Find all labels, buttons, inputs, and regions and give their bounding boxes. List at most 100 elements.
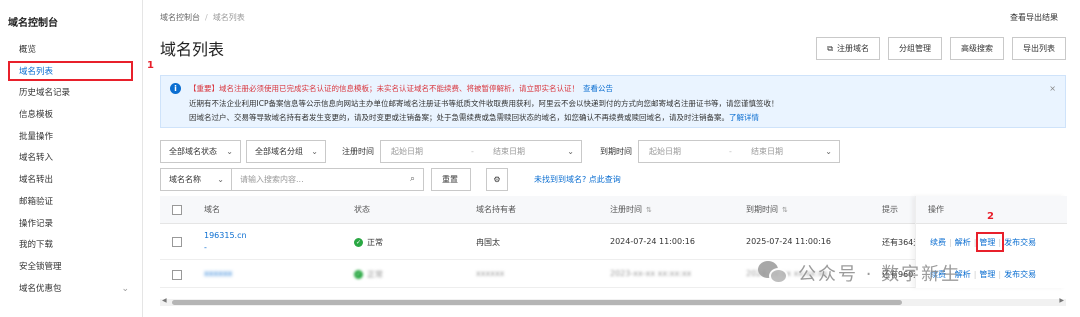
status-text: 正常 xyxy=(367,270,383,279)
breadcrumb-separator: / xyxy=(205,13,208,22)
manage-link[interactable]: 管理 xyxy=(979,270,995,279)
col-tip: 提示 xyxy=(882,205,898,214)
col-domain: 域名 xyxy=(204,205,220,214)
annotation-number-2: 2 xyxy=(987,211,994,222)
notice-details-link[interactable]: 了解详情 xyxy=(729,113,759,122)
chevron-down-icon: ⌄ xyxy=(567,147,574,156)
search-icon[interactable]: ⌕ xyxy=(410,169,415,190)
select-all-checkbox[interactable] xyxy=(172,205,182,215)
status-cell: ✓ 正常 xyxy=(354,269,383,280)
watermark-text: 公众号 · 数字新生 xyxy=(798,264,962,285)
annotation-number-1: 1 xyxy=(147,60,154,71)
col-holder: 域名持有者 xyxy=(476,205,516,214)
watermark: 公众号 · 数字新生 xyxy=(758,256,961,290)
sort-icon: ⇅ xyxy=(646,206,652,214)
settings-gear-button[interactable]: ⚙ xyxy=(486,168,508,191)
status-select[interactable]: 全部域名状态 ⌄ xyxy=(160,140,241,163)
sidebar-item-transfer-in[interactable]: 域名转入 xyxy=(0,148,143,170)
exp-time-range[interactable]: 起始日期 - 结束日期 ⌄ xyxy=(638,140,840,163)
action-separator: | xyxy=(949,238,952,247)
chevron-down-icon: ⌄ xyxy=(311,147,318,156)
app-root: 域名控制台 概览 域名列表 历史域名记录 信息模板 批量操作 域名转入 域名转出… xyxy=(0,0,1080,317)
close-icon[interactable]: × xyxy=(1049,84,1056,93)
check-circle-icon: ✓ xyxy=(354,270,363,279)
resolve-link[interactable]: 解析 xyxy=(955,238,971,247)
export-list-button[interactable]: 导出列表 xyxy=(1012,37,1066,60)
notice-line-2: 近期有不法企业利用ICP备案信息等公示信息向网站主办单位邮寄域名注册证书等纸质文… xyxy=(189,99,779,108)
col-reg-time[interactable]: 注册时间 ⇅ xyxy=(610,196,652,224)
sidebar-item-discount-pack[interactable]: 域名优惠包 ⌄ xyxy=(0,279,143,301)
domain-query-link[interactable]: 未找到到域名? 点此查询 xyxy=(534,168,621,191)
breadcrumb-root[interactable]: 域名控制台 xyxy=(160,13,200,22)
status-cell: ✓ 正常 xyxy=(354,237,383,248)
scroll-right-icon[interactable]: ▶ xyxy=(1059,297,1064,304)
notice-announcement-link[interactable]: 查看公告 xyxy=(583,84,613,93)
search-input[interactable]: 请输入搜索内容... ⌕ xyxy=(232,168,424,191)
row-checkbox[interactable] xyxy=(172,270,182,280)
domain-link[interactable]: xxxxxx xyxy=(204,269,232,278)
annotation-box-2 xyxy=(976,232,1004,252)
exp-time-label: 到期时间 xyxy=(600,147,632,156)
sidebar-item-security-lock[interactable]: 安全锁管理 xyxy=(0,257,143,279)
horizontal-scrollbar[interactable]: ◀ ▶ xyxy=(160,297,1066,306)
publish-trade-link[interactable]: 发布交易 xyxy=(1004,270,1036,279)
sidebar: 域名控制台 概览 域名列表 历史域名记录 信息模板 批量操作 域名转入 域名转出… xyxy=(0,0,143,317)
sidebar-item-batch[interactable]: 批量操作 xyxy=(0,127,143,149)
search-field-value: 域名名称 xyxy=(169,175,201,184)
status-text: 正常 xyxy=(367,238,383,247)
action-separator: | xyxy=(973,270,977,279)
col-exp-time-label: 到期时间 xyxy=(746,205,778,214)
group-select[interactable]: 全部域名分组 ⌄ xyxy=(246,140,326,163)
chevron-down-icon: ⌄ xyxy=(825,147,832,156)
reg-time-cell: 2024-07-24 11:00:16 xyxy=(610,237,695,246)
group-select-value: 全部域名分组 xyxy=(255,147,303,156)
col-status: 状态 xyxy=(354,205,370,214)
group-manage-button[interactable]: 分组管理 xyxy=(888,37,942,60)
advanced-search-button[interactable]: 高级搜索 xyxy=(950,37,1004,60)
scroll-left-icon[interactable]: ◀ xyxy=(162,297,167,304)
external-link-icon: ⧉ xyxy=(827,44,833,53)
col-exp-time[interactable]: 到期时间 ⇅ xyxy=(746,196,788,224)
status-select-value: 全部域名状态 xyxy=(169,147,217,156)
exp-end-placeholder: 结束日期 xyxy=(751,147,783,156)
search-field-select[interactable]: 域名名称 ⌄ xyxy=(160,168,232,191)
sidebar-item-info-template[interactable]: 信息模板 xyxy=(0,105,143,127)
exp-start-placeholder: 起始日期 xyxy=(649,147,681,156)
reset-button[interactable]: 重置 xyxy=(431,168,471,191)
sidebar-item-history[interactable]: 历史域名记录 xyxy=(0,83,143,105)
chevron-down-icon: ⌄ xyxy=(121,283,129,294)
notice-warning-text: 【重要】域名注册必须使用已完成实名认证的信息模板；未实名认证域名不能续费、将被暂… xyxy=(189,84,579,93)
notice-line-3: 因域名过户、交易等导致域名持有者发生变更的，请及时变更或注销备案；处于急需续费或… xyxy=(189,112,759,123)
chevron-down-icon: ⌄ xyxy=(226,147,233,156)
notice-line-3-text: 因域名过户、交易等导致域名持有者发生变更的，请及时变更或注销备案；处于急需续费或… xyxy=(189,113,729,122)
row-checkbox[interactable] xyxy=(172,237,182,247)
info-icon: i xyxy=(170,83,181,94)
reg-time-range[interactable]: 起始日期 - 结束日期 ⌄ xyxy=(380,140,582,163)
sidebar-item-overview[interactable]: 概览 xyxy=(0,40,143,62)
domain-link[interactable]: 196315.cn xyxy=(204,231,247,240)
export-results-link[interactable]: 查看导出结果 xyxy=(1010,12,1058,23)
register-domain-label: 注册域名 xyxy=(837,44,869,53)
exp-time-cell: 2025-07-24 11:00:16 xyxy=(746,237,831,246)
sidebar-item-email-verify[interactable]: 邮箱验证 xyxy=(0,192,143,214)
notice-banner: i 【重要】域名注册必须使用已完成实名认证的信息模板；未实名认证域名不能续费、将… xyxy=(160,75,1066,128)
page-title: 域名列表 xyxy=(160,40,225,59)
reg-time-label: 注册时间 xyxy=(342,147,374,156)
action-separator: | xyxy=(998,270,1002,279)
sidebar-item-label: 域名优惠包 xyxy=(19,283,62,294)
reg-start-placeholder: 起始日期 xyxy=(391,147,423,156)
toolbar: ⧉ 注册域名 分组管理 高级搜索 导出列表 xyxy=(816,37,1066,60)
renew-link[interactable]: 续费 xyxy=(930,238,946,247)
sidebar-item-operation-log[interactable]: 操作记录 xyxy=(0,214,143,236)
annotation-box-1 xyxy=(8,61,133,81)
notice-line-1: 【重要】域名注册必须使用已完成实名认证的信息模板；未实名认证域名不能续费、将被暂… xyxy=(189,83,613,94)
sidebar-item-downloads[interactable]: 我的下载 xyxy=(0,235,143,257)
register-domain-button[interactable]: ⧉ 注册域名 xyxy=(816,37,880,60)
scrollbar-thumb[interactable] xyxy=(172,300,902,305)
range-separator: - xyxy=(471,147,474,156)
domain-sub: - xyxy=(204,243,207,252)
publish-trade-link[interactable]: 发布交易 xyxy=(1004,238,1036,247)
sidebar-item-transfer-out[interactable]: 域名转出 xyxy=(0,170,143,192)
chevron-down-icon: ⌄ xyxy=(217,175,224,184)
breadcrumb-current: 域名列表 xyxy=(212,13,245,22)
